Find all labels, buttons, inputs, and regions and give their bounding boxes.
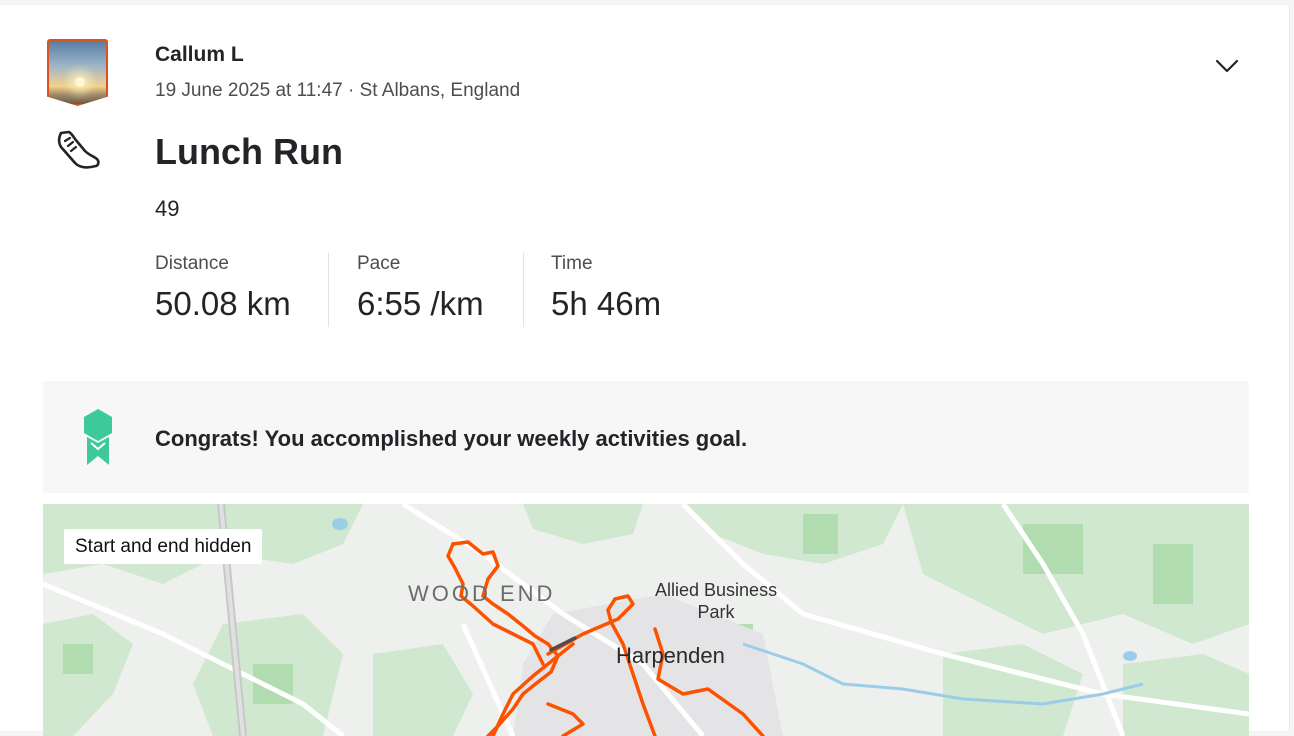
activity-title[interactable]: Lunch Run [155, 131, 343, 173]
stat-label: Pace [357, 253, 401, 274]
map-label-wood-end: WOOD END [408, 581, 556, 606]
stat-label: Time [551, 253, 593, 274]
running-shoe-icon [57, 130, 100, 169]
goal-message: Congrats! You accomplished your weekly a… [155, 426, 748, 451]
stat-distance: Distance 50.08 km [155, 253, 291, 327]
stat-time: Time 5h 46m [551, 253, 661, 327]
stat-value: 6:55 /km [357, 285, 484, 322]
weekly-goal-banner[interactable]: Congrats! You accomplished your weekly a… [43, 381, 1249, 493]
kudos-count[interactable]: 49 [155, 196, 179, 222]
athlete-name[interactable]: Callum L [155, 43, 244, 67]
map-label-harpenden: Harpenden [616, 643, 725, 668]
map-label-allied-business-park: Allied Business Park [655, 580, 778, 622]
chevron-down-icon[interactable] [1212, 53, 1242, 79]
stat-divider [523, 253, 524, 327]
stat-value: 5h 46m [551, 285, 662, 322]
goal-badge-icon [84, 409, 112, 465]
stat-label: Distance [155, 253, 229, 274]
athlete-avatar[interactable] [47, 39, 108, 106]
stat-divider [328, 253, 329, 327]
stat-value: 50.08 km [155, 285, 291, 322]
privacy-tag: Start and end hidden [64, 529, 263, 564]
stat-pace: Pace 6:55 /km [357, 253, 484, 327]
activity-date-location: 19 June 2025 at 11:47 · St Albans, Engla… [155, 80, 521, 101]
activity-card: Callum L 19 June 2025 at 11:47 · St Alba… [0, 5, 1290, 736]
route-map[interactable]: Start and end hidden WOOD END Allied Bus… [43, 504, 1249, 736]
